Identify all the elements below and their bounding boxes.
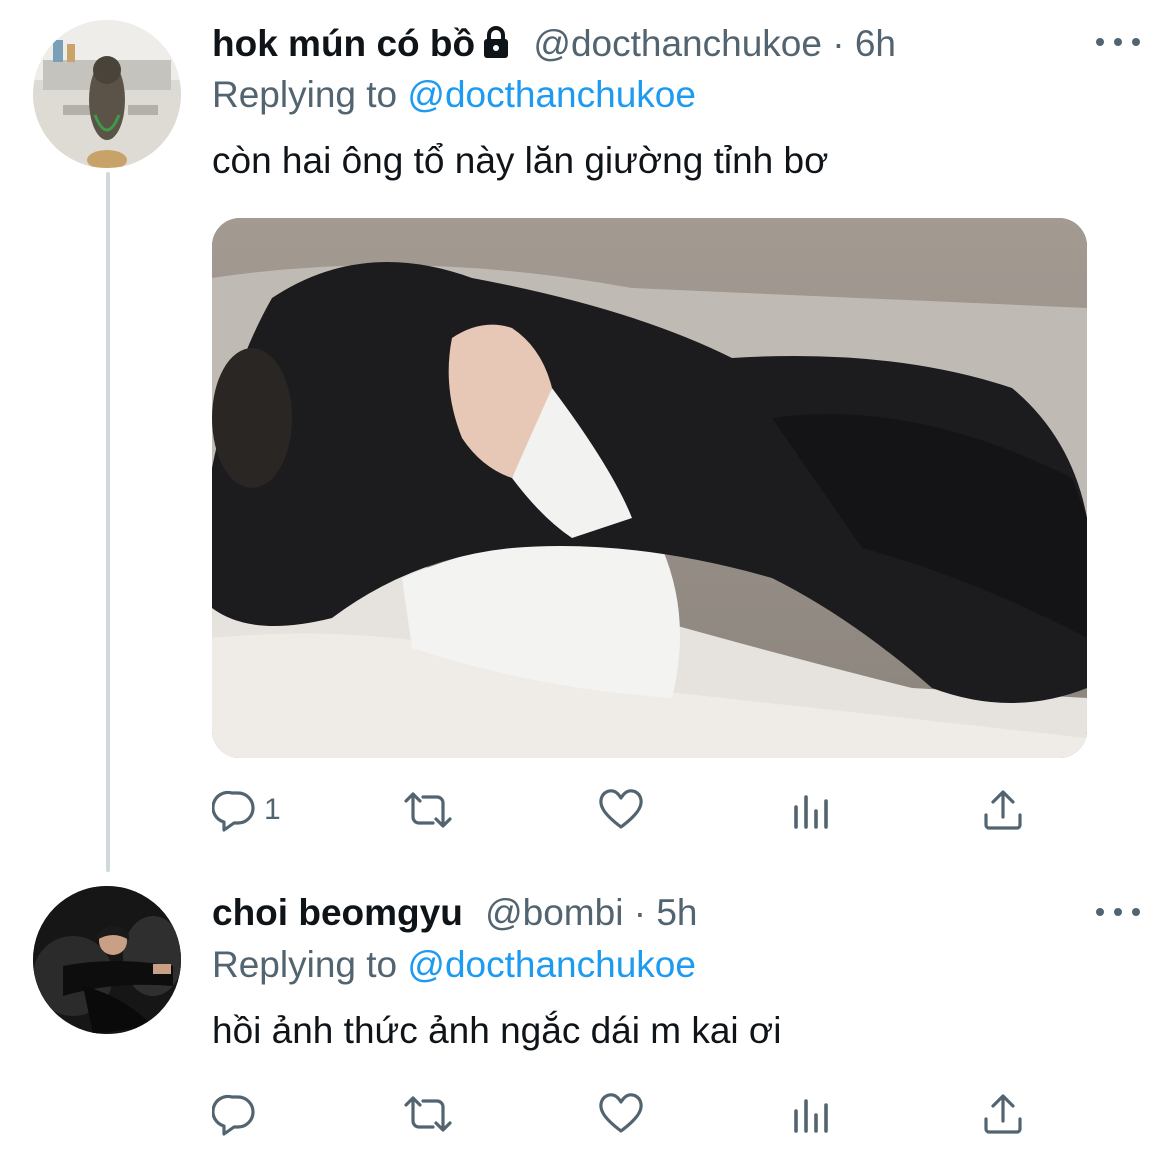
tweet-1[interactable]: hok mún có bồ @docthanchukoe · 6h Replyi…	[0, 0, 1170, 870]
replying-prefix: Replying to	[212, 944, 398, 985]
replying-prefix: Replying to	[212, 74, 398, 115]
timestamp[interactable]: 6h	[855, 23, 896, 64]
analytics-icon	[790, 787, 834, 833]
reply-mention-link[interactable]: @docthanchukoe	[407, 944, 696, 985]
tweet-actions	[212, 1084, 1062, 1144]
display-name[interactable]: choi beomgyu	[212, 892, 463, 933]
avatar[interactable]	[33, 886, 181, 1034]
display-name[interactable]: hok mún có bồ	[212, 23, 475, 64]
lock-icon	[481, 25, 511, 69]
reply-count: 1	[264, 793, 281, 826]
analytics-button[interactable]	[790, 1084, 834, 1144]
reply-icon	[212, 1091, 258, 1137]
tweet-media-photo[interactable]	[212, 218, 1087, 758]
more-options-icon[interactable]	[1096, 902, 1140, 922]
analytics-icon	[790, 1091, 834, 1137]
reply-button[interactable]	[212, 1084, 264, 1144]
retweet-icon	[400, 787, 456, 833]
more-options-icon[interactable]	[1096, 32, 1140, 52]
like-button[interactable]	[597, 780, 651, 840]
avatar[interactable]	[33, 20, 181, 168]
user-handle[interactable]: @bombi	[485, 892, 623, 933]
share-button[interactable]	[980, 1084, 1026, 1144]
share-icon	[980, 787, 1026, 833]
separator-dot: ·	[832, 23, 845, 64]
reply-mention-link[interactable]: @docthanchukoe	[407, 74, 696, 115]
retweet-button[interactable]	[400, 780, 462, 840]
share-button[interactable]	[980, 780, 1026, 840]
tweet-text: còn hai ông tổ này lăn giường tỉnh bơ	[212, 140, 829, 181]
share-icon	[980, 1091, 1026, 1137]
tweet-text: hồi ảnh thức ảnh ngắc dái m kai ơi	[212, 1010, 782, 1051]
timestamp[interactable]: 5h	[656, 892, 697, 933]
tweet-2[interactable]: choi beomgyu @bombi · 5h Replying to @do…	[0, 870, 1170, 1152]
tweet-header: hok mún có bồ @docthanchukoe · 6h	[212, 22, 896, 69]
separator-dot: ·	[633, 892, 647, 933]
reply-button[interactable]: 1	[212, 780, 281, 840]
retweet-button[interactable]	[400, 1084, 462, 1144]
tweet-actions: 1	[212, 780, 1062, 840]
user-handle[interactable]: @docthanchukoe	[533, 23, 822, 64]
reply-icon	[212, 787, 258, 833]
like-button[interactable]	[597, 1084, 651, 1144]
replying-to: Replying to @docthanchukoe	[212, 73, 696, 117]
heart-icon	[597, 787, 645, 833]
analytics-button[interactable]	[790, 780, 834, 840]
retweet-icon	[400, 1091, 456, 1137]
heart-icon	[597, 1091, 645, 1137]
tweet-header: choi beomgyu @bombi · 5h	[212, 891, 697, 935]
replying-to: Replying to @docthanchukoe	[212, 943, 696, 987]
